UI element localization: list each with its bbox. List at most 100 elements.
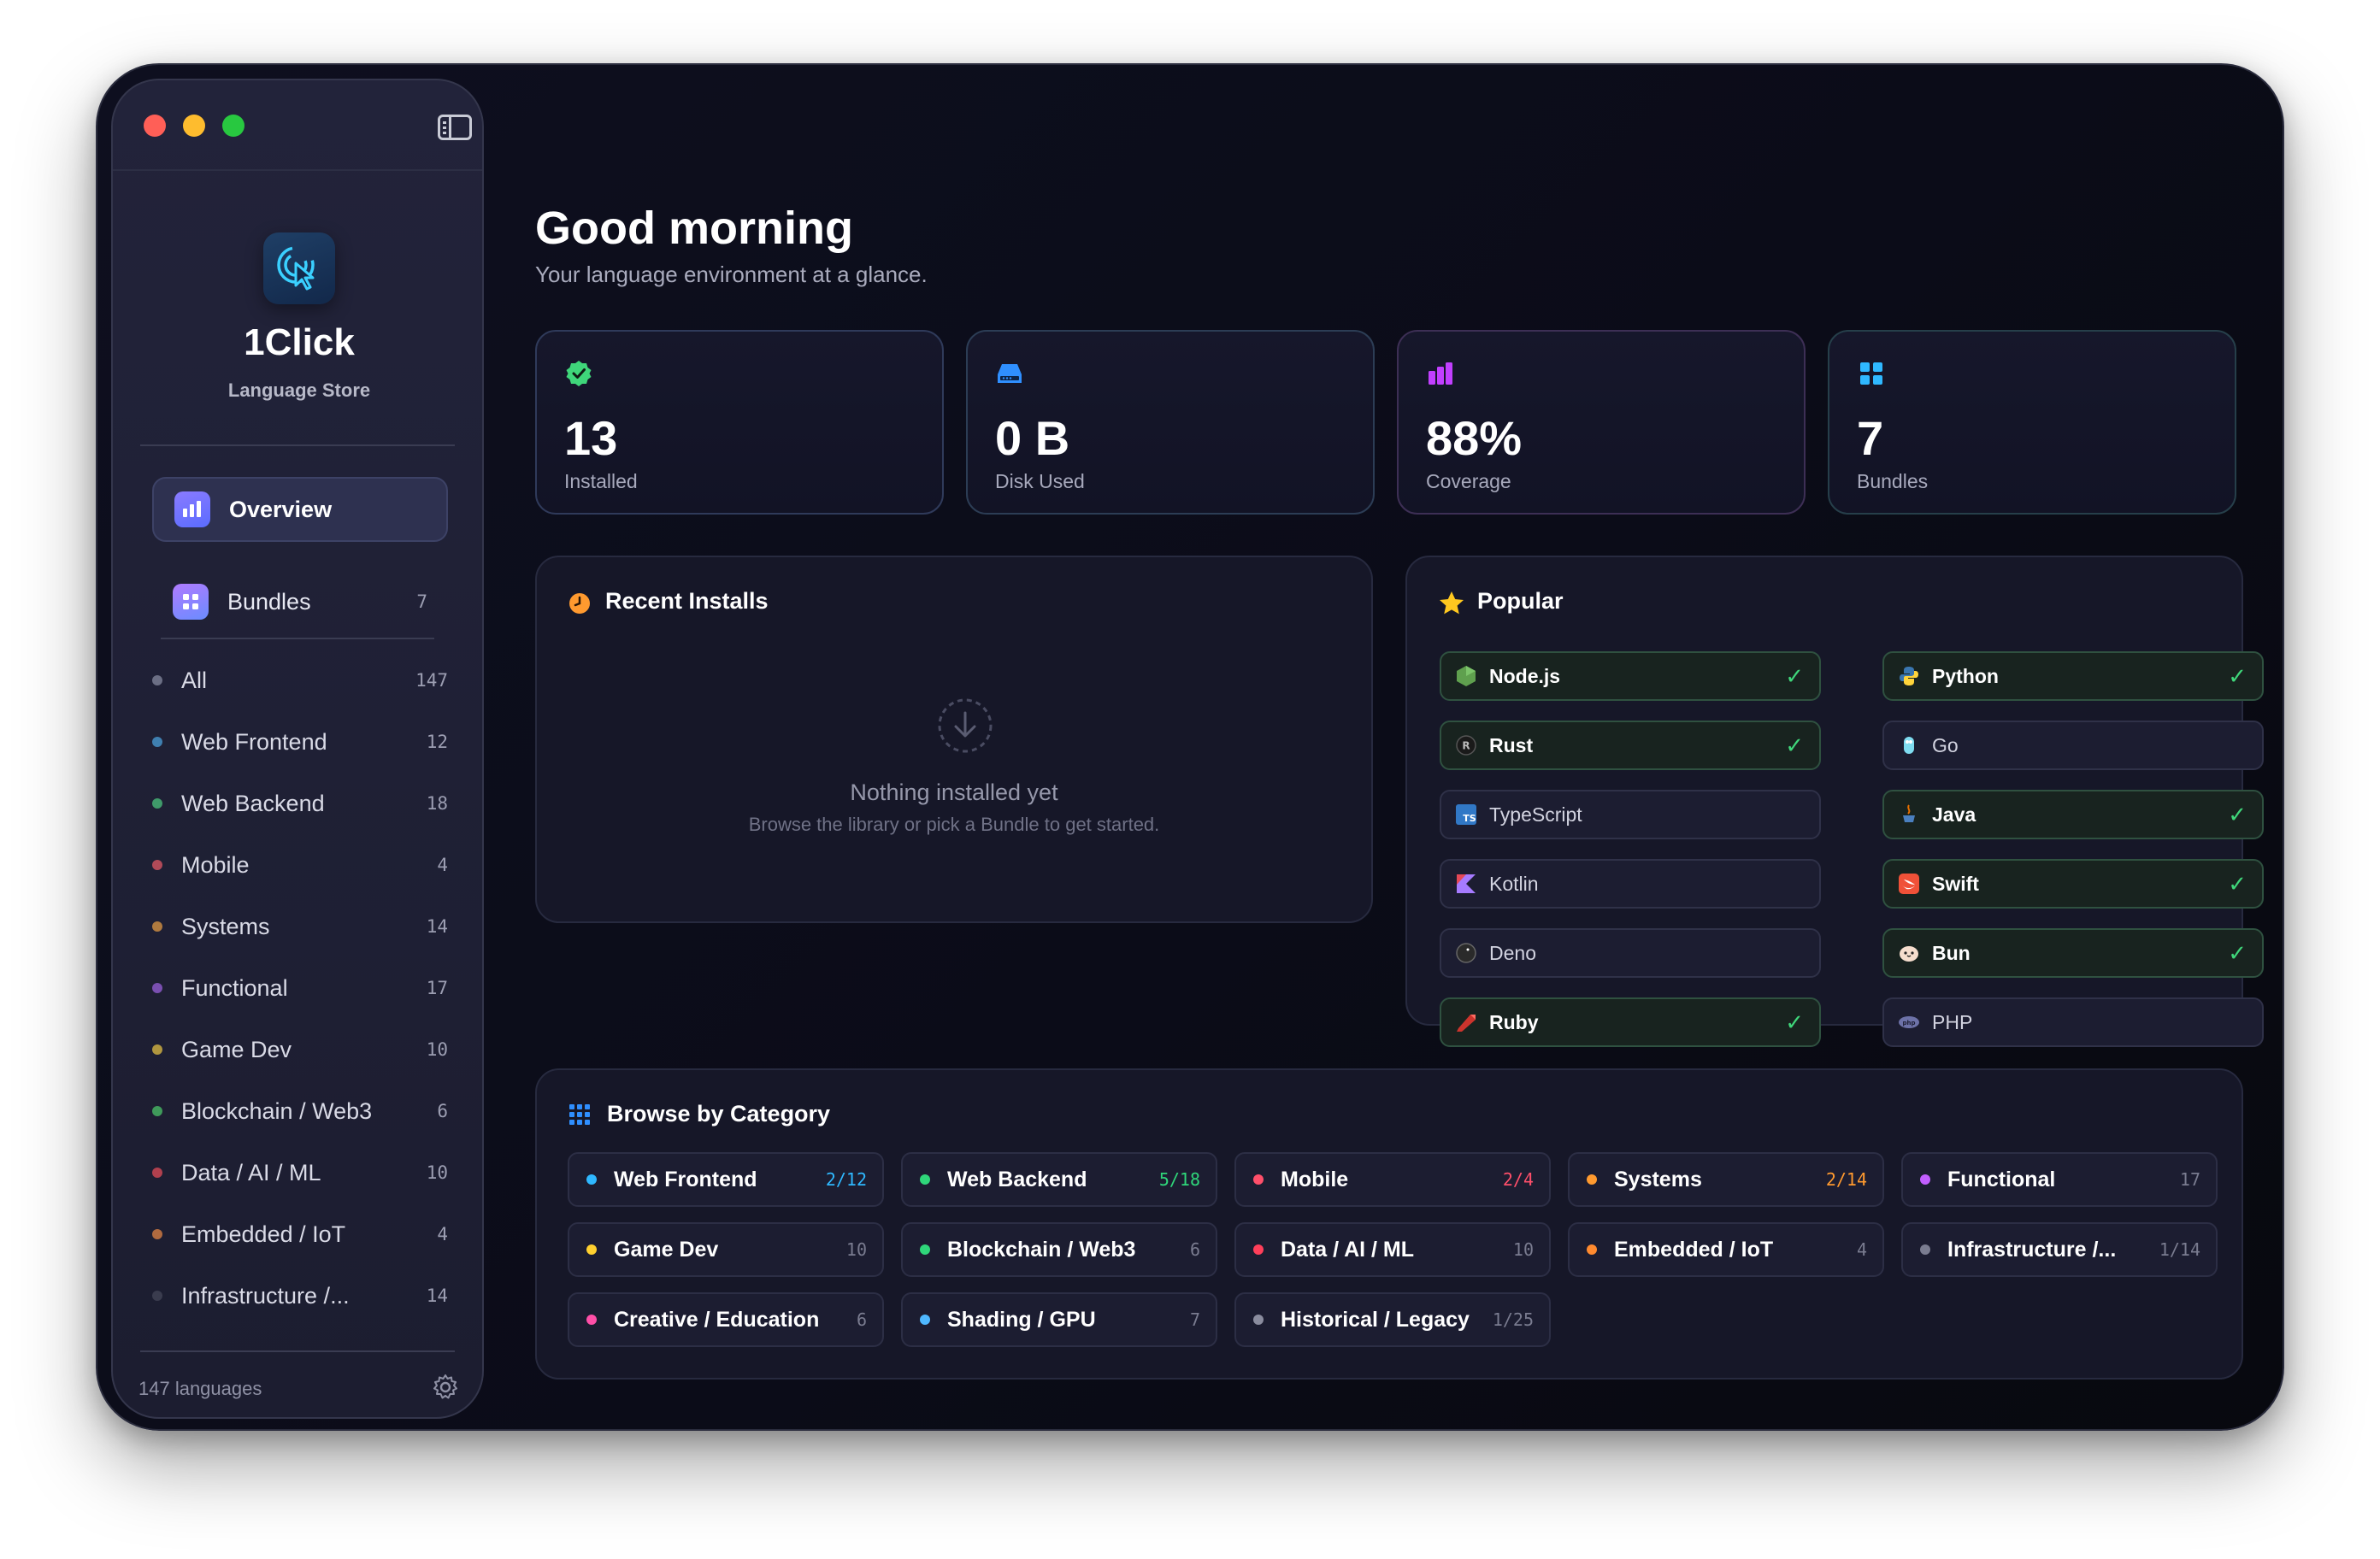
category-dot bbox=[1253, 1315, 1264, 1325]
sidebar-item-count: 10 bbox=[426, 1039, 448, 1060]
typescript-icon: TS bbox=[1455, 803, 1477, 826]
sidebar-category-web-backend[interactable]: Web Backend 18 bbox=[152, 778, 448, 829]
category-card-historical-legacy[interactable]: Historical / Legacy 1/25 bbox=[1234, 1292, 1551, 1347]
sidebar-category-game-dev[interactable]: Game Dev 10 bbox=[152, 1024, 448, 1075]
category-dot bbox=[152, 798, 162, 809]
hexagon-icon bbox=[1455, 665, 1477, 687]
category-label: Web Backend bbox=[947, 1167, 1087, 1191]
category-count: 6 bbox=[856, 1309, 867, 1330]
star-icon bbox=[1440, 591, 1464, 615]
sidebar-category-blockchain-web3[interactable]: Blockchain / Web3 6 bbox=[152, 1085, 448, 1137]
download-arrow-icon bbox=[938, 698, 993, 753]
sidebar-category-web-frontend[interactable]: Web Frontend 12 bbox=[152, 716, 448, 768]
sidebar: 1Click Language Store Overview Bundles 7… bbox=[111, 79, 484, 1419]
sidebar-category-all[interactable]: All 147 bbox=[152, 655, 448, 706]
language-card-deno[interactable]: Deno bbox=[1440, 928, 1821, 978]
category-dot bbox=[586, 1315, 597, 1325]
category-dot bbox=[1920, 1244, 1930, 1255]
app-logo-icon bbox=[263, 232, 335, 304]
stat-value: 7 bbox=[1857, 411, 1884, 465]
sidebar-category-functional[interactable]: Functional 17 bbox=[152, 962, 448, 1014]
category-card-mobile[interactable]: Mobile 2/4 bbox=[1234, 1152, 1551, 1207]
minimize-window-button[interactable] bbox=[183, 115, 205, 137]
installed-check-icon: ✓ bbox=[1785, 732, 1804, 758]
stat-label: Coverage bbox=[1426, 470, 1511, 492]
category-card-creative-education[interactable]: Creative / Education 6 bbox=[568, 1292, 884, 1347]
category-dot bbox=[920, 1244, 930, 1255]
settings-gear-icon[interactable] bbox=[431, 1373, 460, 1402]
category-dot bbox=[152, 1106, 162, 1116]
sidebar-category-systems[interactable]: Systems 14 bbox=[152, 901, 448, 952]
category-card-infrastructure[interactable]: Infrastructure /... 1/14 bbox=[1901, 1222, 2218, 1277]
category-card-game-dev[interactable]: Game Dev 10 bbox=[568, 1222, 884, 1277]
stat-label: Installed bbox=[564, 470, 638, 492]
category-card-data-ai-ml[interactable]: Data / AI / ML 10 bbox=[1234, 1222, 1551, 1277]
sidebar-category-infrastructure[interactable]: Infrastructure /... 14 bbox=[152, 1270, 448, 1321]
chart-bars-icon bbox=[1429, 362, 1452, 385]
language-card-node-js[interactable]: Node.js ✓ bbox=[1440, 651, 1821, 701]
category-label: Systems bbox=[1614, 1167, 1702, 1191]
category-card-web-frontend[interactable]: Web Frontend 2/12 bbox=[568, 1152, 884, 1207]
clock-icon bbox=[569, 593, 590, 614]
sidebar-item-label: Systems bbox=[181, 913, 270, 939]
language-card-python[interactable]: Python ✓ bbox=[1882, 651, 2264, 701]
category-count: 6 bbox=[1189, 1239, 1200, 1260]
category-dot bbox=[1253, 1244, 1264, 1255]
sidebar-item-count: 147 bbox=[415, 670, 448, 691]
category-label: Mobile bbox=[1281, 1167, 1349, 1191]
language-card-typescript[interactable]: TS TypeScript bbox=[1440, 790, 1821, 839]
sidebar-category-mobile[interactable]: Mobile 4 bbox=[152, 839, 448, 891]
category-count: 10 bbox=[845, 1239, 867, 1260]
category-card-embedded-iot[interactable]: Embedded / IoT 4 bbox=[1568, 1222, 1884, 1277]
category-card-blockchain-web3[interactable]: Blockchain / Web3 6 bbox=[901, 1222, 1217, 1277]
sidebar-item-label: All bbox=[181, 667, 208, 693]
category-label: Creative / Education bbox=[614, 1307, 820, 1332]
language-card-php[interactable]: php PHP bbox=[1882, 997, 2264, 1047]
category-count: 5/18 bbox=[1158, 1169, 1200, 1190]
sidebar-item-count: 18 bbox=[426, 793, 448, 814]
category-dot bbox=[152, 1291, 162, 1301]
category-card-web-backend[interactable]: Web Backend 5/18 bbox=[901, 1152, 1217, 1207]
category-count: 2/12 bbox=[825, 1169, 867, 1190]
category-card-shading-gpu[interactable]: Shading / GPU 7 bbox=[901, 1292, 1217, 1347]
category-card-systems[interactable]: Systems 2/14 bbox=[1568, 1152, 1884, 1207]
sidebar-item-count: 14 bbox=[426, 916, 448, 937]
sidebar-item-label: Functional bbox=[181, 974, 288, 1001]
language-card-kotlin[interactable]: Kotlin bbox=[1440, 859, 1821, 909]
stat-card-installed: 13 Installed bbox=[535, 330, 944, 515]
language-card-bun[interactable]: Bun ✓ bbox=[1882, 928, 2264, 978]
category-label: Functional bbox=[1947, 1167, 2056, 1191]
language-name: Ruby bbox=[1489, 1010, 1539, 1033]
grid-dots-icon bbox=[569, 1104, 590, 1125]
sidebar-item-label: Web Frontend bbox=[181, 728, 327, 755]
sidebar-category-data-ai-ml[interactable]: Data / AI / ML 10 bbox=[152, 1147, 448, 1198]
category-card-functional[interactable]: Functional 17 bbox=[1901, 1152, 2218, 1207]
installed-check-icon: ✓ bbox=[1785, 1009, 1804, 1035]
grid-icon bbox=[1860, 362, 1882, 385]
sidebar-item-overview[interactable]: Overview bbox=[152, 477, 448, 542]
category-count: 2/4 bbox=[1502, 1169, 1534, 1190]
sidebar-item-count: 4 bbox=[437, 855, 448, 875]
category-label: Game Dev bbox=[614, 1237, 719, 1262]
language-name: Rust bbox=[1489, 733, 1534, 756]
sidebar-category-embedded-iot[interactable]: Embedded / IoT 4 bbox=[152, 1209, 448, 1260]
sidebar-item-label: Blockchain / Web3 bbox=[181, 1097, 373, 1124]
java-cup-icon bbox=[1898, 803, 1920, 826]
sidebar-item-label: Game Dev bbox=[181, 1036, 292, 1062]
category-dot bbox=[152, 675, 162, 685]
category-count: 1/25 bbox=[1492, 1309, 1534, 1330]
sidebar-item-bundles[interactable]: Bundles 7 bbox=[152, 569, 448, 634]
sidebar-toggle-icon[interactable] bbox=[438, 115, 472, 140]
category-dot bbox=[1253, 1174, 1264, 1185]
language-card-rust[interactable]: R Rust ✓ bbox=[1440, 721, 1821, 770]
language-card-java[interactable]: Java ✓ bbox=[1882, 790, 2264, 839]
language-card-go[interactable]: Go bbox=[1882, 721, 2264, 770]
close-window-button[interactable] bbox=[144, 115, 166, 137]
sidebar-item-label: Data / AI / ML bbox=[181, 1159, 321, 1185]
language-card-ruby[interactable]: Ruby ✓ bbox=[1440, 997, 1821, 1047]
sidebar-item-label: Overview bbox=[229, 496, 333, 522]
sidebar-item-label: Embedded / IoT bbox=[181, 1221, 346, 1247]
zoom-window-button[interactable] bbox=[222, 115, 244, 137]
language-card-swift[interactable]: Swift ✓ bbox=[1882, 859, 2264, 909]
language-name: TypeScript bbox=[1489, 803, 1582, 826]
